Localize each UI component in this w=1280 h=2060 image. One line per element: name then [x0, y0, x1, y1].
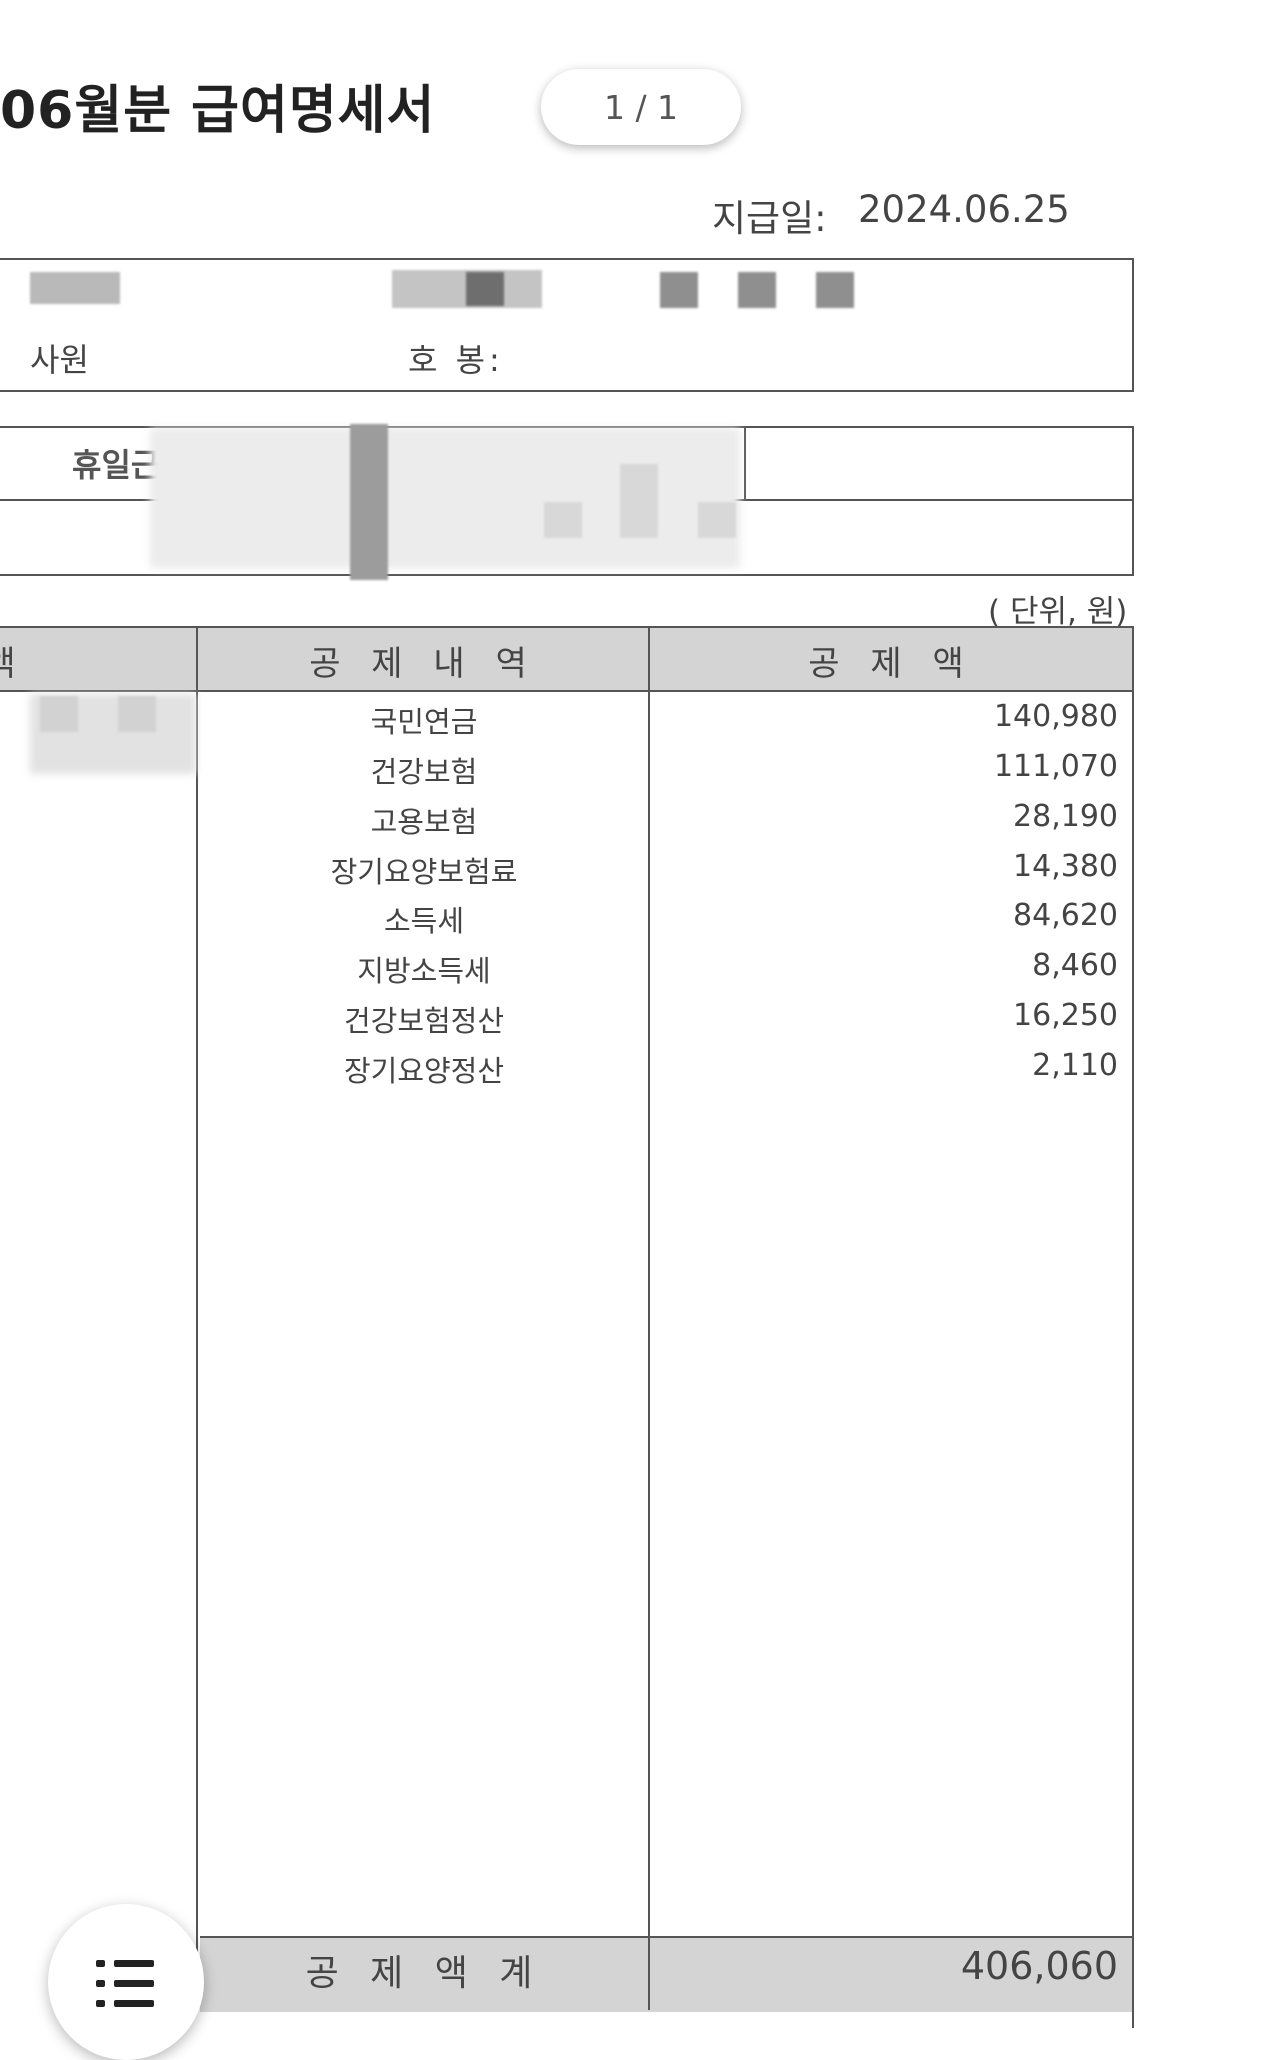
deduction-amount: 16,250 — [1013, 998, 1118, 1033]
deduction-amount: 14,380 — [1013, 849, 1118, 884]
deduction-name: 고용보험 — [370, 805, 478, 839]
deduction-amount: 28,190 — [1013, 799, 1118, 834]
deduction-amount: 84,620 — [1013, 898, 1118, 933]
redacted-earnings-mark-2 — [118, 696, 156, 732]
unit-note: ( 단위, 원) — [988, 594, 1128, 630]
deduction-amount: 140,980 — [993, 699, 1118, 734]
holiday-work-label: 휴일근 — [72, 446, 161, 484]
page-title: 06월분 급여명세서 — [0, 81, 436, 141]
deduction-name: 건강보험정산 — [343, 1004, 505, 1038]
redacted-attendance-value-2 — [620, 464, 658, 538]
menu-button[interactable] — [48, 1904, 204, 2060]
pay-step-label: 호 봉: — [408, 341, 504, 379]
redacted-attendance-value-1 — [544, 502, 582, 538]
redacted-id-3 — [816, 272, 854, 308]
employee-info-box — [0, 258, 1134, 392]
redacted-earnings-mark-1 — [40, 696, 78, 732]
total-row-divider — [648, 1936, 650, 2010]
pay-date-value: 2024.06.25 — [858, 188, 1070, 231]
redacted-attendance-bar — [350, 424, 388, 580]
attendance-column-divider — [744, 426, 746, 500]
deduction-name: 소득세 — [383, 904, 465, 938]
deduction-amount: 8,460 — [1032, 948, 1118, 983]
total-deduction-value: 406,060 — [960, 1944, 1118, 1988]
deduction-items-header: 공 제 내 역 — [309, 643, 537, 684]
total-deduction-label: 공 제 액 계 — [305, 1953, 543, 1994]
left-column-header: 액 — [0, 634, 20, 686]
page-indicator[interactable]: 1 / 1 — [541, 69, 741, 145]
redacted-attendance-value-3 — [698, 502, 736, 538]
redacted-id-2 — [738, 272, 776, 308]
deduction-name: 지방소득세 — [357, 954, 491, 988]
deduction-amount-header: 공 제 액 — [808, 643, 974, 684]
deduction-name: 국민연금 — [370, 705, 478, 739]
column-divider-right — [648, 628, 650, 2010]
deduction-name: 장기요양정산 — [343, 1054, 505, 1088]
redacted-department-mark — [466, 272, 504, 306]
column-divider-left — [196, 628, 198, 2010]
deduction-amount: 111,070 — [993, 749, 1118, 784]
deduction-name: 건강보험 — [370, 755, 478, 789]
pay-date-label: 지급일: — [712, 197, 827, 240]
redacted-name — [30, 272, 120, 304]
redacted-id-1 — [660, 272, 698, 308]
deduction-name: 장기요양보험료 — [330, 855, 518, 889]
deduction-amount: 2,110 — [1032, 1048, 1118, 1083]
employee-role: 사원 — [30, 341, 89, 379]
